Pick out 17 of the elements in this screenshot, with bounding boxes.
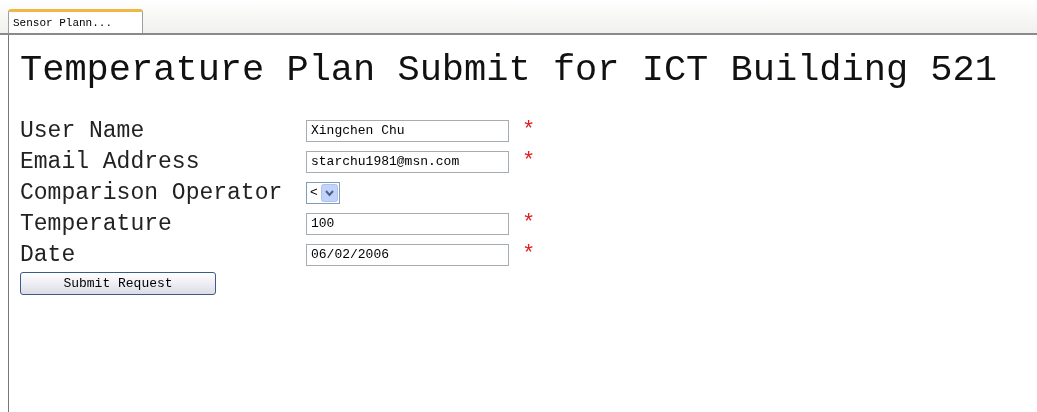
page-title: Temperature Plan Submit for ICT Building 521 [20, 49, 998, 91]
required-mark: * [522, 119, 536, 142]
field-label: Email Address [20, 148, 201, 175]
input-field[interactable]: 100 [306, 212, 509, 235]
tab[interactable]: Sensor Plann... [8, 9, 143, 33]
field-label: User Name [20, 117, 146, 144]
submit-button[interactable]: Submit Request [20, 272, 216, 295]
dropdown[interactable]: < [306, 181, 340, 204]
input-field[interactable]: 06/02/2006 [306, 243, 509, 266]
input-field[interactable]: Xingchen Chu [306, 119, 509, 142]
required-mark: * [522, 150, 536, 173]
field-label: Temperature [20, 210, 173, 237]
required-mark: * [522, 212, 536, 235]
required-mark: * [522, 243, 536, 266]
input-field[interactable]: starchu1981@msn.com [306, 150, 509, 173]
field-label: Comparison Operator [20, 179, 284, 206]
field-label: Date [20, 241, 77, 268]
